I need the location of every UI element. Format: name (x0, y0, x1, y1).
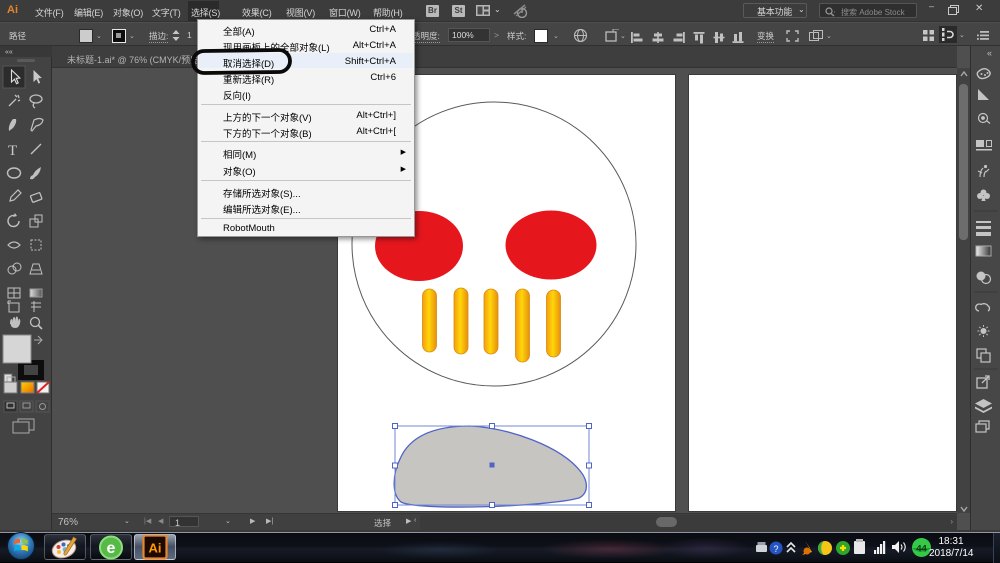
svg-text:?: ? (773, 544, 778, 554)
svg-text:e: e (107, 540, 116, 557)
svg-text:««: «« (5, 49, 13, 56)
svg-text:Ai: Ai (149, 541, 162, 556)
svg-text:44: 44 (916, 544, 927, 555)
svg-text:T: T (8, 143, 17, 159)
